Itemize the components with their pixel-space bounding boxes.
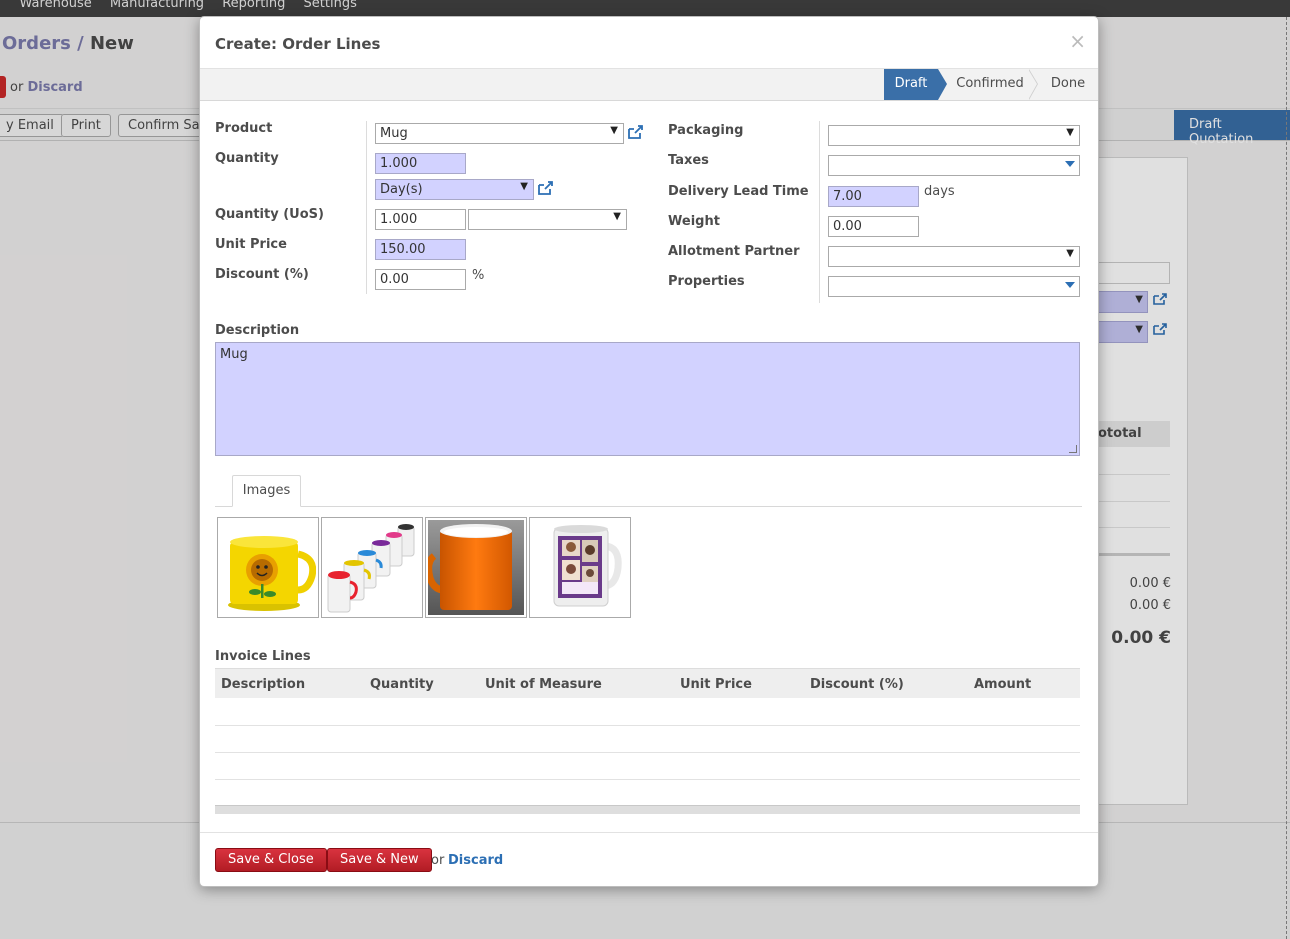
- dropdown-arrow-icon[interactable]: ▼: [520, 181, 528, 192]
- invoice-lines-footer: [215, 805, 1080, 814]
- days-suffix: days: [924, 184, 955, 199]
- unit-price-label: Unit Price: [215, 237, 287, 252]
- save-new-button[interactable]: Save & New: [327, 848, 432, 872]
- properties-label: Properties: [668, 274, 745, 289]
- save-close-button[interactable]: Save & Close: [215, 848, 327, 872]
- column-unit-of-measure[interactable]: Unit of Measure: [485, 677, 602, 692]
- dropdown-arrow-icon[interactable]: ▼: [610, 125, 618, 136]
- weight-input[interactable]: 0.00: [828, 216, 919, 237]
- or-text: or: [431, 853, 445, 868]
- discard-link[interactable]: Discard: [448, 853, 503, 868]
- stage-done[interactable]: Done: [1045, 69, 1091, 100]
- taxes-select[interactable]: [828, 155, 1080, 176]
- quantity-label: Quantity: [215, 151, 279, 166]
- order-line-dialog: Create: Order Lines × Draft Confirmed Do…: [199, 16, 1099, 887]
- weight-label: Weight: [668, 214, 720, 229]
- column-description[interactable]: Description: [221, 677, 305, 692]
- delivery-lead-time-input[interactable]: 7.00: [828, 186, 919, 207]
- properties-select[interactable]: [828, 276, 1080, 297]
- table-row: [215, 779, 1080, 806]
- percent-suffix: %: [472, 268, 485, 283]
- external-link-icon[interactable]: [627, 124, 645, 140]
- external-link-icon[interactable]: [537, 180, 555, 196]
- dropdown-arrow-icon[interactable]: ▼: [613, 211, 621, 222]
- dropdown-arrow-icon[interactable]: ▼: [1066, 248, 1074, 259]
- packaging-select[interactable]: ▼: [828, 125, 1080, 146]
- column-discount[interactable]: Discount (%): [810, 677, 904, 692]
- delivery-lead-time-label: Delivery Lead Time: [668, 184, 809, 199]
- allotment-partner-label: Allotment Partner: [668, 244, 800, 259]
- unit-price-input[interactable]: 150.00: [375, 239, 466, 260]
- column-quantity[interactable]: Quantity: [370, 677, 434, 692]
- image-orange-mug[interactable]: [425, 517, 527, 618]
- table-row: [215, 699, 1080, 726]
- discount-input[interactable]: 0.00: [375, 269, 466, 290]
- image-colorful-mugs[interactable]: [321, 517, 423, 618]
- tab-images[interactable]: Images: [232, 475, 301, 507]
- dropdown-arrow-icon[interactable]: ▼: [1066, 127, 1074, 138]
- close-icon[interactable]: ×: [1069, 31, 1086, 51]
- dialog-header: Create: Order Lines ×: [200, 17, 1098, 69]
- dialog-footer: Save & Close Save & New or Discard: [200, 832, 1098, 886]
- table-row: [215, 726, 1080, 753]
- chevron-down-icon[interactable]: [1065, 161, 1075, 167]
- invoice-lines-header: Description Quantity Unit of Measure Uni…: [215, 668, 1080, 698]
- taxes-label: Taxes: [668, 153, 709, 168]
- uos-select[interactable]: ▼: [468, 209, 627, 230]
- column-amount[interactable]: Amount: [974, 677, 1031, 692]
- chevron-down-icon[interactable]: [1065, 282, 1075, 288]
- status-bar: Draft Confirmed Done: [200, 69, 1098, 101]
- column-unit-price[interactable]: Unit Price: [680, 677, 752, 692]
- stage-draft[interactable]: Draft: [884, 69, 938, 100]
- quantity-uos-input[interactable]: 1.000: [375, 209, 466, 230]
- description-label: Description: [215, 323, 300, 338]
- product-label: Product: [215, 121, 273, 136]
- quantity-uos-label: Quantity (UoS): [215, 207, 324, 222]
- packaging-label: Packaging: [668, 123, 744, 138]
- resize-handle-icon[interactable]: [1069, 445, 1077, 453]
- discount-label: Discount (%): [215, 267, 309, 282]
- quantity-input[interactable]: 1.000: [375, 153, 466, 174]
- allotment-partner-select[interactable]: ▼: [828, 246, 1080, 267]
- uom-select[interactable]: Day(s) ▼: [375, 179, 534, 200]
- description-textarea[interactable]: Mug: [215, 342, 1080, 456]
- invoice-lines-label: Invoice Lines: [215, 649, 311, 664]
- product-select[interactable]: Mug ▼: [375, 123, 624, 144]
- dialog-title: Create: Order Lines: [215, 35, 381, 53]
- table-row: [215, 753, 1080, 780]
- image-yellow-sunflower-mug[interactable]: [217, 517, 319, 618]
- stage-confirmed[interactable]: Confirmed: [950, 69, 1030, 100]
- image-photo-mug[interactable]: [529, 517, 631, 618]
